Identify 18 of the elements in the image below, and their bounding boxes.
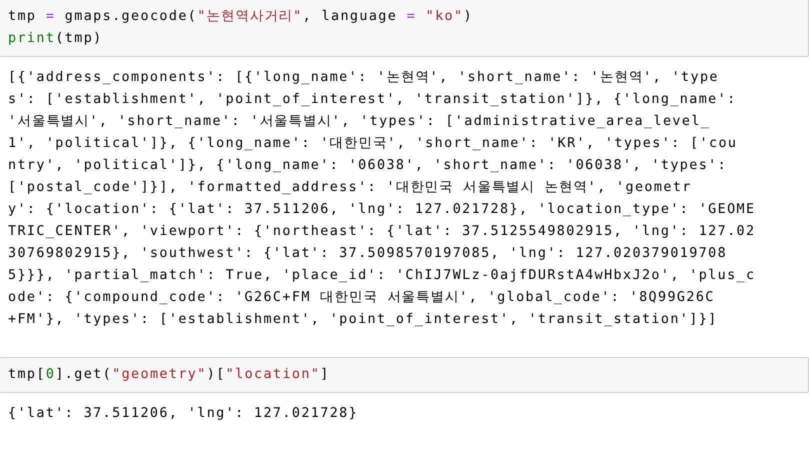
code-line: tmp[0].get("geometry")["location"] <box>8 366 331 384</box>
code-input-area[interactable]: tmp = gmaps.geocode("논현역사거리", language = "ko") print(tmp) <box>0 0 809 57</box>
output-line: 5}}}, 'partial_match': True, 'place_id': 'ChIJ7WLz-0ajfDURstA4wHbxJ2o', 'plus_c <box>8 267 756 285</box>
output-line: '서울특별시', 'short_name': '서울특별시', 'types': ['administrative_area_level_ <box>8 113 712 131</box>
output-line: y': {'location': {'lat': 37.511206, 'lng': 127.021728}, 'location_type': 'GEOME <box>8 201 756 219</box>
output-line: ode': {'compound_code': 'G26C+FM 대한민국 서울특별시', 'global_code': '8Q99G26C <box>8 289 716 307</box>
code-line: tmp = gmaps.geocode("논현역사거리", language = "ko") <box>8 8 474 26</box>
output-line: [{'address_components': [{'long_name': '논현역', 'short_name': '논현역', 'type <box>8 69 720 87</box>
code-line: print(tmp) <box>8 30 104 48</box>
output-line: {'lat': 37.511206, 'lng': 127.021728} <box>8 405 360 423</box>
code-input-area[interactable]: tmp[0].get("geometry")["location"] <box>0 357 809 393</box>
output-line: ntry', 'political']}, {'long_name': '06038', 'short_name': '06038', 'types': <box>8 157 728 175</box>
output-line: s': ['establishment', 'point_of_interest', 'transit_station']}, {'long_name': <box>8 91 738 109</box>
output-line: +FM'}, 'types': ['establishment', 'point_of_interest', 'transit_station']}] <box>8 311 719 329</box>
output-line: 1', 'political']}, {'long_name': '대한민국', 'short_name': 'KR', 'types': ['cou <box>8 135 738 153</box>
output-line: ['postal_code']}], 'formatted_address': '대한민국 서울특별시 논현역', 'geometr <box>8 179 693 197</box>
output-line: 30769802915}, 'southwest': {'lat': 37.5098570197085, 'lng': 127.020379019708 <box>8 245 728 263</box>
output-line: TRIC_CENTER', 'viewport': {'northeast': {'lat': 37.5125549802915, 'lng': 127.02 <box>8 223 756 241</box>
